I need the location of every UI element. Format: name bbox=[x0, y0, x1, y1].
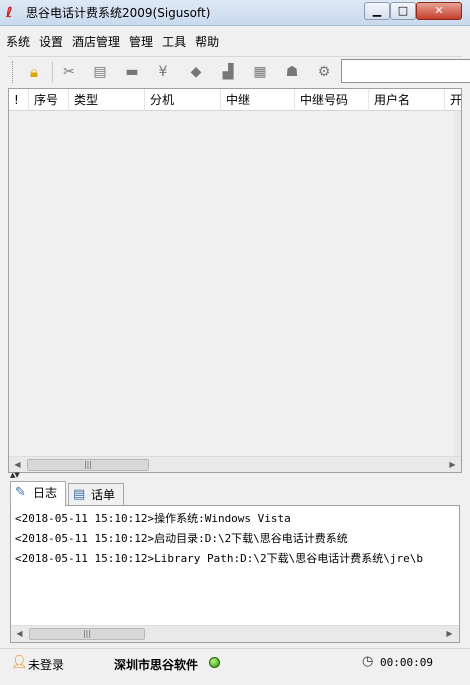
log-line: <2018-05-11 15:10:12>启动目录:D:\2下载\思谷电话计费系… bbox=[15, 532, 348, 545]
user-icon: 👤︎ bbox=[11, 655, 28, 670]
scroll-right-icon[interactable]: ▶ bbox=[441, 626, 458, 642]
table-horizontal-scrollbar[interactable]: ◀ ||| ▶ bbox=[9, 456, 461, 472]
app-icon: ℓ bbox=[6, 5, 13, 21]
maximize-icon: □ bbox=[397, 4, 409, 17]
clock-icon: ◷ bbox=[362, 654, 374, 669]
tab-call-bill[interactable]: ▤ 话单 bbox=[68, 483, 124, 505]
column-header-extension[interactable]: 分机 bbox=[145, 89, 221, 111]
tab-log-label: 日志 bbox=[33, 486, 58, 500]
table-header: ! 序号 类型 分机 中继 中继号码 用户名 开 bbox=[9, 89, 461, 111]
online-status-icon bbox=[209, 657, 220, 668]
close-icon: ✕ bbox=[434, 4, 444, 17]
minimize-button[interactable]: ▁ bbox=[364, 2, 390, 20]
log-panel[interactable]: <2018-05-11 15:10:12>操作系统:Windows Vista … bbox=[10, 505, 460, 643]
panel-splitter[interactable]: ▲▼ bbox=[8, 471, 462, 480]
log-line: <2018-05-11 15:10:12>Library Path:D:\2下载… bbox=[15, 552, 424, 565]
lock-icon[interactable]: 🔒︎ bbox=[22, 61, 46, 83]
building-icon[interactable]: ▟ bbox=[216, 61, 240, 83]
column-header-username[interactable]: 用户名 bbox=[369, 89, 445, 111]
toolbar-separator bbox=[52, 62, 53, 82]
column-header-index[interactable]: 序号 bbox=[29, 89, 69, 111]
scroll-thumb[interactable]: ||| bbox=[29, 628, 145, 640]
scroll-thumb[interactable]: ||| bbox=[27, 459, 149, 471]
menu-tools[interactable]: 工具 bbox=[159, 31, 189, 53]
company-name: 深圳市思谷软件 bbox=[114, 658, 199, 672]
column-header-trunk[interactable]: 中继 bbox=[221, 89, 295, 111]
menu-settings[interactable]: 设置 bbox=[36, 31, 66, 53]
minimize-icon: ▁ bbox=[372, 4, 382, 17]
toolbar: 🔒︎ ✂ ▤ ▬ ¥ ◆ ▟ ▦ ☗ ⚙ bbox=[8, 56, 470, 86]
login-status: 未登录 bbox=[28, 658, 65, 672]
close-button[interactable]: ✕ bbox=[416, 2, 462, 20]
log-horizontal-scrollbar[interactable]: ◀ ||| ▶ bbox=[11, 625, 459, 642]
column-header-flag[interactable]: ! bbox=[9, 89, 29, 111]
table-vertical-scrollbar[interactable] bbox=[454, 111, 461, 456]
log-line: <2018-05-11 15:10:12>操作系统:Windows Vista bbox=[15, 512, 291, 525]
maximize-button[interactable]: □ bbox=[390, 2, 416, 20]
card-icon[interactable]: ▤ bbox=[88, 61, 112, 83]
toolbar-grip[interactable] bbox=[12, 61, 16, 83]
settings-icon[interactable]: ⚙ bbox=[312, 61, 336, 83]
tab-call-bill-label: 话单 bbox=[91, 488, 116, 502]
menu-hotel-management[interactable]: 酒店管理 bbox=[69, 31, 123, 53]
menu-system[interactable]: 系统 bbox=[3, 31, 33, 53]
bill-icon: ▤ bbox=[73, 487, 86, 502]
call-timer: 00:00:09 bbox=[380, 656, 433, 669]
eraser-icon[interactable]: ◆ bbox=[184, 61, 208, 83]
bottom-tabs: ✎ 日志 ▤ 话单 bbox=[8, 481, 462, 506]
window-title: 思谷电话计费系统2009(Sigusoft) bbox=[26, 6, 211, 20]
scroll-left-icon[interactable]: ◀ bbox=[11, 626, 28, 642]
title-bar[interactable]: ℓ 思谷电话计费系统2009(Sigusoft) ▁ □ ✕ bbox=[0, 0, 470, 26]
splitter-arrows-icon[interactable]: ▲▼ bbox=[10, 471, 20, 479]
column-header-start[interactable]: 开 bbox=[445, 89, 461, 111]
column-header-trunk-number[interactable]: 中继号码 bbox=[295, 89, 369, 111]
yen-icon[interactable]: ¥ bbox=[151, 61, 175, 83]
menu-help[interactable]: 帮助 bbox=[192, 31, 222, 53]
users-icon[interactable]: ☗ bbox=[280, 61, 304, 83]
tab-log[interactable]: ✎ 日志 bbox=[10, 481, 66, 506]
tools-icon[interactable]: ✂ bbox=[57, 61, 81, 83]
message-icon[interactable]: ▬ bbox=[120, 61, 144, 83]
list-icon[interactable]: ▦ bbox=[248, 61, 272, 83]
status-bar: 👤︎ 未登录 深圳市思谷软件 ◷ 00:00:09 bbox=[0, 648, 470, 678]
call-records-table[interactable]: ! 序号 类型 分机 中继 中继号码 用户名 开 ◀ ||| ▶ bbox=[8, 88, 462, 473]
log-icon: ✎ bbox=[15, 485, 26, 500]
column-header-type[interactable]: 类型 bbox=[69, 89, 145, 111]
menu-management[interactable]: 管理 bbox=[126, 31, 156, 53]
scroll-right-icon[interactable]: ▶ bbox=[444, 457, 461, 472]
toolbar-search-input[interactable] bbox=[341, 59, 470, 83]
menu-bar: 系统 设置 酒店管理 管理 工具 帮助 bbox=[0, 31, 470, 53]
